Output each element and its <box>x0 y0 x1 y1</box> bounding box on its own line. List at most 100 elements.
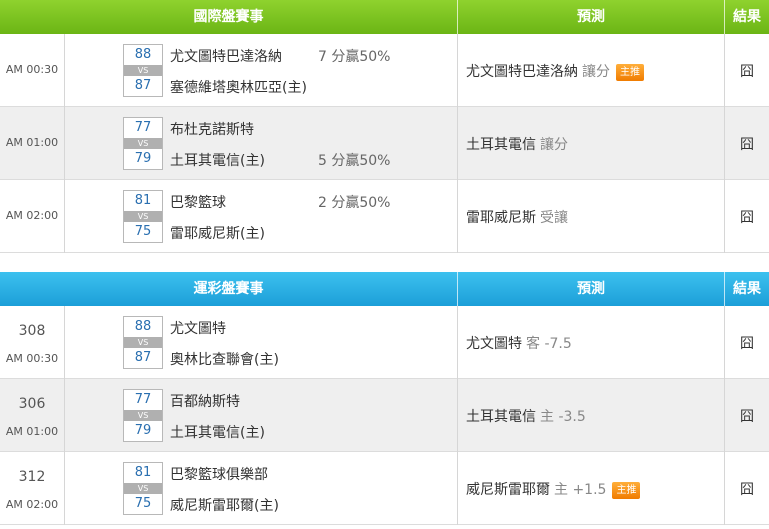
match-time: AM 00:30 <box>5 63 59 76</box>
team-2: 土耳其電信(主) <box>170 153 265 169</box>
score-home: 77 <box>134 120 152 135</box>
prediction-cell: 土耳其電信主 -3.5 <box>466 406 586 426</box>
match-time: AM 01:00 <box>5 136 59 149</box>
time-cell: AM 01:00 <box>0 107 64 180</box>
intl-header-result: 結果 <box>733 9 761 25</box>
column-divider <box>457 379 458 452</box>
score-box: 88 VS 87 <box>123 44 163 97</box>
lottery-header: 運彩盤賽事 預測 結果 <box>0 272 769 306</box>
score-away: 75 <box>134 224 152 239</box>
lottery-header-result: 結果 <box>733 281 761 297</box>
match-code: 306 <box>18 396 46 412</box>
team-1: 尤文圖特 <box>170 321 226 337</box>
result-cell: 囧 <box>740 336 754 352</box>
score-box: 77 VS 79 <box>123 389 163 442</box>
team-2: 威尼斯雷耶爾(主) <box>170 498 279 514</box>
column-divider <box>457 306 458 379</box>
vs-label: VS <box>124 337 162 348</box>
prediction-type: 主 +1.5 <box>554 482 607 498</box>
prediction-cell: 威尼斯雷耶爾主 +1.5 主推 <box>466 479 641 499</box>
odds-text: 7 分贏50% <box>318 49 391 65</box>
prediction-type: 讓分 <box>582 64 610 80</box>
result-cell: 囧 <box>740 64 754 80</box>
prediction-team: 土耳其電信 <box>466 137 536 153</box>
table-row: AM 00:30 88 VS 87 尤文圖特巴達洛納 塞德維塔奧林匹亞(主) 7… <box>0 34 769 107</box>
vs-label: VS <box>124 483 162 494</box>
prediction-type: 受讓 <box>540 210 568 226</box>
lottery-header-match: 運彩盤賽事 <box>193 281 264 297</box>
score-away: 75 <box>134 496 152 511</box>
team-1: 尤文圖特巴達洛納 <box>170 49 282 65</box>
match-code: 312 <box>18 469 46 485</box>
result-cell: 囧 <box>740 137 754 153</box>
column-divider <box>64 34 65 107</box>
table-row: AM 02:00 81 VS 75 巴黎籃球 雷耶威尼斯(主) 2 分贏50% … <box>0 180 769 253</box>
time-cell: AM 00:30 <box>0 34 64 107</box>
score-away: 87 <box>134 350 152 365</box>
score-away: 79 <box>134 423 152 438</box>
score-box: 77 VS 79 <box>123 117 163 170</box>
intl-header-match: 國際盤賽事 <box>193 9 264 25</box>
score-home: 88 <box>134 47 152 62</box>
prediction-cell: 雷耶威尼斯 受讓 <box>466 207 568 227</box>
column-divider <box>457 34 458 107</box>
team-2: 雷耶威尼斯(主) <box>170 226 265 242</box>
lottery-header-prediction: 預測 <box>577 281 605 297</box>
column-divider <box>64 306 65 379</box>
time-cell: AM 02:00 <box>0 180 64 253</box>
score-home: 88 <box>134 319 152 334</box>
prediction-cell: 尤文圖特客 -7.5 <box>466 333 572 353</box>
team-2: 奧林比查聯會(主) <box>170 352 279 368</box>
match-time: AM 02:00 <box>5 209 59 222</box>
match-code: 308 <box>18 323 46 339</box>
intl-header: 國際盤賽事 預測 結果 <box>0 0 769 34</box>
column-divider <box>64 180 65 253</box>
score-box: 81 VS 75 <box>123 190 163 243</box>
intl-section: 國際盤賽事 預測 結果 AM 00:30 88 VS 87 尤文圖特巴達洛納 塞… <box>0 0 769 253</box>
team-1: 巴黎籃球 <box>170 195 226 211</box>
odds-text: 5 分贏50% <box>318 153 391 169</box>
match-time: AM 00:30 <box>5 352 59 365</box>
prediction-team: 尤文圖特 <box>466 336 522 352</box>
column-divider <box>457 180 458 253</box>
prediction-team: 雷耶威尼斯 <box>466 210 536 226</box>
prediction-type: 讓分 <box>540 137 568 153</box>
team-2: 土耳其電信(主) <box>170 425 265 441</box>
vs-label: VS <box>124 65 162 76</box>
recommend-badge: 主推 <box>612 482 641 499</box>
vs-label: VS <box>124 211 162 222</box>
column-divider <box>64 452 65 525</box>
result-cell: 囧 <box>740 210 754 226</box>
result-cell: 囧 <box>740 482 754 498</box>
team-2: 塞德維塔奧林匹亞(主) <box>170 80 307 96</box>
team-1: 百都納斯特 <box>170 394 240 410</box>
recommend-badge: 主推 <box>616 64 644 81</box>
prediction-cell: 尤文圖特巴達洛納 讓分 主推 <box>466 61 644 81</box>
table-row: 306 AM 01:00 77 VS 79 百都納斯特 土耳其電信(主) 土耳其… <box>0 379 769 452</box>
lottery-section: 運彩盤賽事 預測 結果 308 AM 00:30 88 VS 87 尤文圖特 奧… <box>0 272 769 525</box>
score-box: 88 VS 87 <box>123 316 163 369</box>
column-divider <box>457 452 458 525</box>
score-away: 87 <box>134 78 152 93</box>
prediction-team: 尤文圖特巴達洛納 <box>466 64 578 80</box>
column-divider <box>64 107 65 180</box>
vs-label: VS <box>124 410 162 421</box>
table-row: AM 01:00 77 VS 79 布杜克諾斯特 土耳其電信(主) 5 分贏50… <box>0 107 769 180</box>
prediction-type: 主 -3.5 <box>540 409 586 425</box>
vs-label: VS <box>124 138 162 149</box>
score-home: 81 <box>134 465 152 480</box>
result-cell: 囧 <box>740 409 754 425</box>
time-cell: 308 AM 00:30 <box>0 306 64 379</box>
column-divider <box>64 379 65 452</box>
prediction-cell: 土耳其電信 讓分 <box>466 134 568 154</box>
score-box: 81 VS 75 <box>123 462 163 515</box>
score-away: 79 <box>134 151 152 166</box>
table-row: 312 AM 02:00 81 VS 75 巴黎籃球俱樂部 威尼斯雷耶爾(主) … <box>0 452 769 525</box>
match-time: AM 02:00 <box>5 498 59 511</box>
score-home: 77 <box>134 392 152 407</box>
prediction-type: 客 -7.5 <box>526 336 572 352</box>
team-1: 布杜克諾斯特 <box>170 122 254 138</box>
time-cell: 312 AM 02:00 <box>0 452 64 525</box>
prediction-team: 威尼斯雷耶爾 <box>466 482 550 498</box>
column-divider <box>457 107 458 180</box>
